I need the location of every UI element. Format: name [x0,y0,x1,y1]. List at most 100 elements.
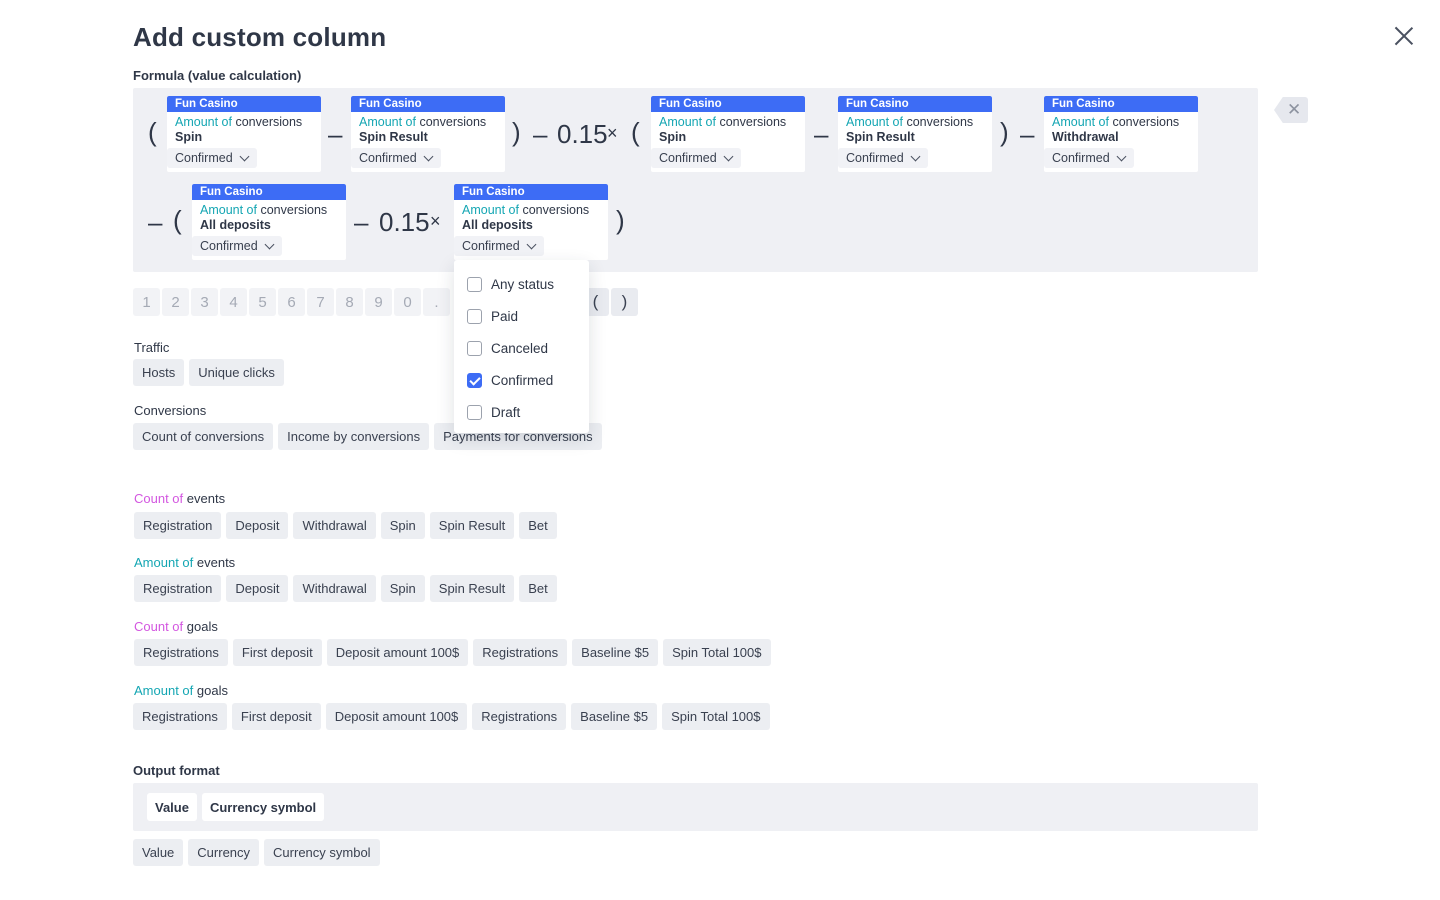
output-selected-chip[interactable]: Value [147,793,197,821]
keypad-key[interactable]: . [423,288,450,316]
conversions-label: Conversions [134,403,207,418]
formula-operator: – [148,207,163,237]
metric-chip[interactable]: Spin Result [429,512,515,539]
status-option-confirmed[interactable]: Confirmed [454,364,589,396]
status-option-paid[interactable]: Paid [454,300,589,332]
keypad-key[interactable]: 7 [307,288,334,316]
metric-chip[interactable]: Hosts [133,359,185,386]
metric-chip[interactable]: Registration [134,575,222,602]
metric-chip[interactable]: Registrations [134,639,228,666]
clear-icon: ✕ [1287,100,1302,119]
checkbox[interactable] [467,404,482,420]
count-events-chips: Registration Deposit Withdrawal Spin Spi… [134,512,557,539]
formula-token-card[interactable]: Fun Casino Amount of conversions Spin Re… [838,96,992,172]
metric-chip[interactable]: Deposit [226,512,289,539]
card-event: Spin [659,130,687,144]
formula-token-card[interactable]: Fun Casino Amount of conversions All dep… [454,184,608,260]
metric-chip[interactable]: Spin Total 100$ [663,639,771,666]
status-dropdown-menu: Any status Paid Canceled Confirmed Draft [454,260,589,433]
formula-operator: ( [173,205,182,235]
keypad-close-paren[interactable]: ) [611,288,638,316]
formula-token-card[interactable]: Fun Casino Amount of conversions Spin Co… [167,96,321,172]
keypad-key[interactable]: 3 [191,288,218,316]
amount-events-label: Amount of events [134,555,236,570]
status-select[interactable]: Confirmed [454,236,544,256]
keypad-key[interactable]: 2 [162,288,189,316]
card-metric: Amount of conversions [462,203,590,217]
clear-formula-button[interactable]: ✕ [1274,97,1308,123]
metric-chip[interactable]: Baseline $5 [571,703,658,730]
count-goals-label: Count of goals [134,619,218,634]
metric-chip[interactable]: Deposit amount 100$ [326,639,469,666]
output-format-editor[interactable]: Value Currency symbol [133,783,1258,831]
output-option-chip[interactable]: Currency symbol [264,839,380,866]
formula-token-card[interactable]: Fun Casino Amount of conversions Spin Re… [351,96,505,172]
checkbox[interactable] [467,308,482,324]
formula-operator: × [430,211,441,231]
metric-chip[interactable]: Spin Result [429,575,515,602]
card-metric: Amount of conversions [359,115,487,129]
chevron-down-icon [1116,151,1127,162]
metric-chip[interactable]: Deposit [226,575,289,602]
formula-operator: – [354,207,369,237]
keypad-key[interactable]: 9 [365,288,392,316]
keypad-key[interactable]: 0 [394,288,421,316]
output-format-label: Output format [133,763,220,778]
metric-chip[interactable]: Registration [134,512,222,539]
card-source: Fun Casino [651,96,805,112]
close-icon[interactable] [1392,24,1416,48]
metric-chip[interactable]: Spin [380,575,425,602]
card-source: Fun Casino [1044,96,1198,112]
page-title: Add custom column [133,22,387,52]
output-option-chip[interactable]: Currency [188,839,260,866]
card-source: Fun Casino [192,184,346,200]
metric-chip[interactable]: Withdrawal [293,575,376,602]
keypad-key[interactable]: 8 [336,288,363,316]
metric-chip[interactable]: Withdrawal [293,512,376,539]
chevron-down-icon [526,239,537,250]
status-select[interactable]: Confirmed [192,236,282,256]
metric-chip[interactable]: Unique clicks [189,359,284,386]
status-select[interactable]: Confirmed [1044,148,1134,168]
output-selected-chip[interactable]: Currency symbol [201,793,325,821]
formula-number: 0.15 [557,119,608,149]
status-option-any[interactable]: Any status [454,268,589,300]
metric-chip[interactable]: Spin Total 100$ [662,703,770,730]
metric-chip[interactable]: Registrations [133,703,227,730]
checkbox[interactable] [467,340,482,356]
formula-token-card[interactable]: Fun Casino Amount of conversions All dep… [192,184,346,260]
formula-token-card[interactable]: Fun Casino Amount of conversions Spin Co… [651,96,805,172]
keypad-key[interactable]: 5 [249,288,276,316]
checkbox[interactable] [467,276,482,292]
output-options: Value Currency Currency symbol [133,839,380,866]
metric-chip[interactable]: Baseline $5 [572,639,659,666]
status-select[interactable]: Confirmed [167,148,257,168]
status-option-draft[interactable]: Draft [454,396,589,428]
traffic-chips: Hosts Unique clicks [133,359,284,386]
metric-chip[interactable]: Registrations [473,639,568,666]
formula-operator: – [814,119,829,149]
metric-chip[interactable]: Income by conversions [278,423,430,450]
metric-chip[interactable]: Bet [519,512,557,539]
metric-chip[interactable]: Spin [380,512,425,539]
amount-goals-chips: Registrations First deposit Deposit amou… [133,703,770,730]
keypad-key[interactable]: 1 [133,288,160,316]
formula-token-card[interactable]: Fun Casino Amount of conversions Withdra… [1044,96,1198,172]
status-option-canceled[interactable]: Canceled [454,332,589,364]
status-select[interactable]: Confirmed [651,148,741,168]
status-select[interactable]: Confirmed [351,148,441,168]
metric-chip[interactable]: First deposit [231,703,321,730]
card-metric: Amount of conversions [659,115,787,129]
formula-operator: × [607,123,618,143]
output-option-chip[interactable]: Value [133,839,184,866]
keypad-key[interactable]: 6 [278,288,305,316]
metric-chip[interactable]: Registrations [472,703,567,730]
status-select[interactable]: Confirmed [838,148,928,168]
keypad-key[interactable]: 4 [220,288,247,316]
metric-chip[interactable]: Count of conversions [133,423,274,450]
metric-chip[interactable]: Deposit amount 100$ [325,703,468,730]
card-metric: Amount of conversions [1052,115,1180,129]
checkbox-checked[interactable] [467,372,482,388]
metric-chip[interactable]: First deposit [232,639,322,666]
metric-chip[interactable]: Bet [519,575,557,602]
